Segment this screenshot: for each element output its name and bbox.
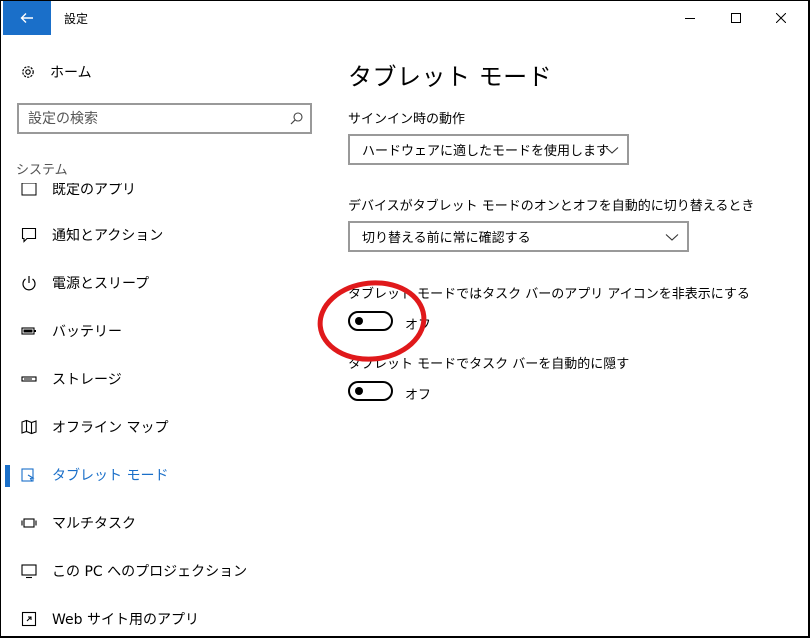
annotation-circle xyxy=(317,280,427,362)
sidebar-item-battery[interactable]: バッテリー xyxy=(1,311,331,351)
selection-indicator xyxy=(5,465,10,487)
sidebar-item-label: マルチタスク xyxy=(52,516,136,532)
battery-icon xyxy=(20,322,38,340)
sidebar-item-projection[interactable]: この PC へのプロジェクション xyxy=(1,551,331,591)
maximize-icon xyxy=(731,13,741,23)
minimize-button[interactable] xyxy=(667,1,713,35)
sidebar-item-power-sleep[interactable]: 電源とスリープ xyxy=(1,263,331,303)
home-label: ホーム xyxy=(50,65,92,81)
auto-hide-taskbar-toggle[interactable] xyxy=(348,381,393,401)
close-icon xyxy=(776,13,786,23)
auto-hide-taskbar-state: オフ xyxy=(405,388,432,403)
sidebar-item-label: この PC へのプロジェクション xyxy=(52,564,248,580)
maximize-button[interactable] xyxy=(713,1,759,35)
search-icon[interactable] xyxy=(290,112,303,125)
gear-icon xyxy=(22,66,34,78)
minimize-icon xyxy=(685,18,695,19)
chevron-down-icon xyxy=(605,147,619,154)
projection-icon xyxy=(20,562,38,580)
power-icon xyxy=(20,274,38,292)
sidebar-item-label: 通知とアクション xyxy=(52,228,164,244)
sidebar-item-label: ストレージ xyxy=(52,372,122,388)
sidebar-item-label: 既定のアプリ xyxy=(52,183,136,198)
sidebar-item-web-apps[interactable]: Web サイト用のアプリ xyxy=(1,599,331,636)
notification-icon xyxy=(20,226,38,244)
close-button[interactable] xyxy=(758,1,804,35)
back-arrow-icon xyxy=(20,13,33,23)
section-label-system: システム xyxy=(16,163,68,178)
storage-icon xyxy=(20,370,38,388)
home-link[interactable]: ホーム xyxy=(20,60,92,84)
settings-window: 設定 ホーム システム 既定のアプリ xyxy=(1,1,808,636)
tablet-mode-icon xyxy=(20,466,38,484)
sidebar-item-tablet-mode[interactable]: タブレット モード xyxy=(1,455,331,495)
search-box[interactable] xyxy=(17,103,312,134)
signin-behavior-label: サインイン時の動作 xyxy=(348,112,466,127)
back-button[interactable] xyxy=(3,1,51,35)
page-title: タブレット モード xyxy=(348,63,553,91)
auto-switch-label: デバイスがタブレット モードのオンとオフを自動的に切り替えるとき xyxy=(348,199,755,214)
title-bar: 設定 xyxy=(1,1,808,35)
sidebar-item-offline-maps[interactable]: オフライン マップ xyxy=(1,407,331,447)
window-title: 設定 xyxy=(64,12,89,26)
auto-switch-value: 切り替える前に常に確認する xyxy=(362,231,531,246)
sidebar-item-label: タブレット モード xyxy=(52,468,169,484)
signin-behavior-dropdown[interactable]: ハードウェアに適したモードを使用します xyxy=(348,134,629,165)
auto-switch-dropdown[interactable]: 切り替える前に常に確認する xyxy=(348,221,689,252)
sidebar-item-label: Web サイト用のアプリ xyxy=(52,612,199,628)
sidebar-item-label: 電源とスリープ xyxy=(52,276,150,292)
search-input[interactable] xyxy=(28,109,278,129)
default-apps-icon xyxy=(20,183,38,198)
map-icon xyxy=(20,418,38,436)
sidebar-item-multitasking[interactable]: マルチタスク xyxy=(1,503,331,543)
chevron-down-icon xyxy=(665,234,679,241)
sidebar-item-storage[interactable]: ストレージ xyxy=(1,359,331,399)
sidebar-nav: 既定のアプリ 通知とアクション 電源とスリープ バッテリー ストレージ オフライ… xyxy=(1,183,331,636)
toggle-knob xyxy=(355,387,363,395)
signin-behavior-value: ハードウェアに適したモードを使用します xyxy=(362,144,610,159)
multitask-icon xyxy=(20,514,38,532)
sidebar-item-default-apps[interactable]: 既定のアプリ xyxy=(1,183,331,209)
web-apps-icon xyxy=(20,610,38,628)
sidebar-item-label: オフライン マップ xyxy=(52,420,169,436)
sidebar-item-notifications[interactable]: 通知とアクション xyxy=(1,215,331,255)
sidebar-item-label: バッテリー xyxy=(52,324,122,340)
